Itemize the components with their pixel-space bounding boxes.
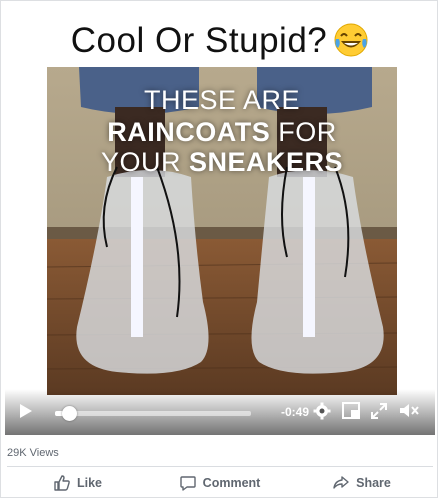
overlay-bold-raincoats: RAINCOATS xyxy=(107,117,271,147)
comment-bubble-icon xyxy=(179,476,196,491)
progress-scrubber-handle[interactable] xyxy=(61,406,77,421)
overlay-line-2: RAINCOATS FOR xyxy=(47,117,397,148)
share-label: Share xyxy=(356,476,391,490)
picture-in-picture-icon[interactable] xyxy=(342,402,360,419)
video-post-card: Cool Or Stupid? THESE ARE RAINCOATS FOR … xyxy=(0,0,438,498)
overlay-bold-sneakers: SNEAKERS xyxy=(188,147,344,177)
overlay-line-3: YOUR SNEAKERS xyxy=(47,147,397,178)
share-button[interactable]: Share xyxy=(291,469,433,497)
comment-label: Comment xyxy=(202,476,261,490)
time-remaining: -0:49 xyxy=(281,405,310,419)
video-caption-title: Cool Or Stupid? xyxy=(5,21,435,61)
settings-gear-icon[interactable] xyxy=(313,402,331,420)
overlay-line-1: THESE ARE xyxy=(143,85,301,115)
thumbs-up-icon xyxy=(54,475,70,491)
divider xyxy=(7,466,433,467)
overlay-for: FOR xyxy=(270,117,337,147)
play-icon[interactable] xyxy=(19,403,33,419)
fullscreen-icon[interactable] xyxy=(371,403,387,419)
progress-bar[interactable] xyxy=(55,406,251,421)
overlay-your: YOUR xyxy=(100,147,189,177)
video-controls-bar: -0:49 xyxy=(5,389,435,435)
caption-text: Cool Or Stupid? xyxy=(70,21,328,60)
view-count: 29K Views xyxy=(7,447,59,459)
like-label: Like xyxy=(76,476,102,490)
comment-button[interactable]: Comment xyxy=(149,469,291,497)
volume-muted-icon[interactable] xyxy=(399,402,419,419)
laughing-tears-emoji-icon xyxy=(334,23,368,57)
like-button[interactable]: Like xyxy=(7,469,149,497)
video-player[interactable]: Cool Or Stupid? THESE ARE RAINCOATS FOR … xyxy=(5,5,435,435)
post-actions-bar: Like Comment Share xyxy=(7,469,433,497)
video-frame: THESE ARE RAINCOATS FOR YOUR SNEAKERS xyxy=(47,67,397,395)
share-arrow-icon xyxy=(333,476,349,489)
